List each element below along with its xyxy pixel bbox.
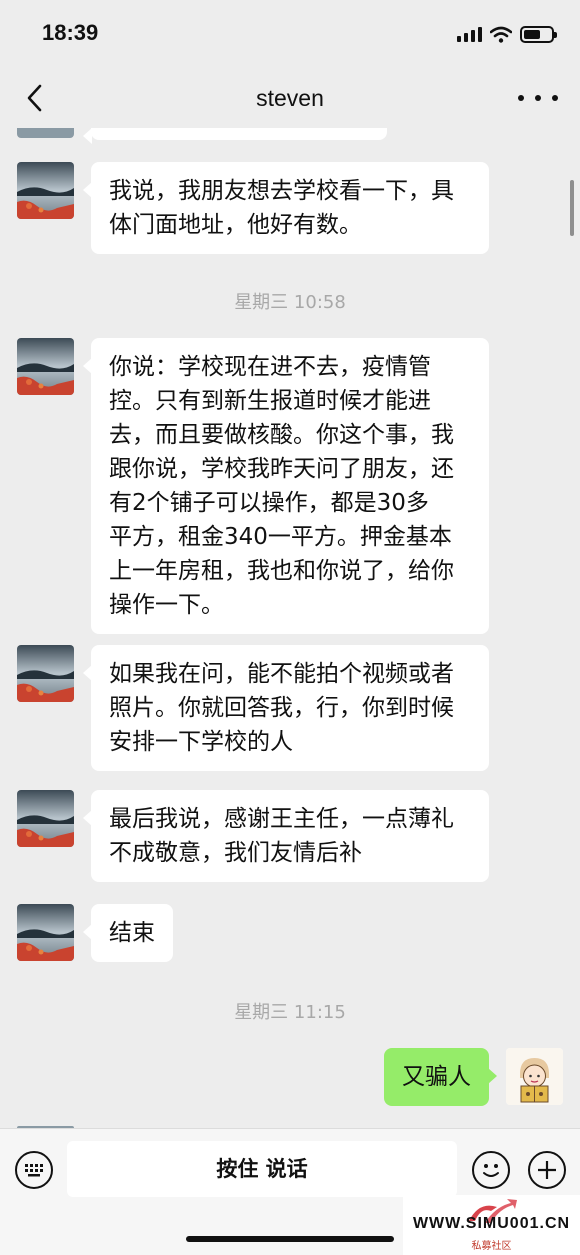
- message-bubble-partial: [83, 128, 387, 144]
- more-functions-button[interactable]: [528, 1151, 566, 1189]
- chat-header: steven: [0, 70, 580, 128]
- incoming-message[interactable]: 你说：学校现在进不去，疫情管 控。只有到新生报道时候才能进 去，而且要做核酸。你…: [83, 338, 489, 634]
- keyboard-toggle-button[interactable]: [15, 1151, 53, 1189]
- contact-avatar[interactable]: [17, 162, 74, 219]
- emoji-button[interactable]: [472, 1151, 510, 1189]
- self-avatar[interactable]: [506, 1048, 563, 1105]
- contact-avatar[interactable]: [17, 128, 74, 138]
- more-dot-icon: [535, 95, 541, 101]
- more-dot-icon: [552, 95, 558, 101]
- status-bar: 18:39: [0, 0, 580, 70]
- watermark-subtitle: 私募社区: [471, 1241, 512, 1252]
- battery-icon: [520, 25, 557, 43]
- contact-avatar[interactable]: [17, 338, 74, 395]
- home-indicator[interactable]: [186, 1236, 394, 1242]
- message-list[interactable]: 我说，我朋友想去学校看一下，具 体门面地址，他好有数。 星期三 10:58 你说…: [0, 128, 580, 1128]
- plus-icon: [538, 1161, 556, 1179]
- keyboard-icon: [25, 1164, 43, 1177]
- watermark: WWW.SIMU001.CN 私募社区: [403, 1195, 580, 1255]
- incoming-message[interactable]: 如果我在问，能不能拍个视频或者 照片。你就回答我，行，你到时候 安排一下学校的人: [83, 645, 489, 771]
- hold-to-talk-button[interactable]: 按住 说话: [67, 1141, 457, 1197]
- incoming-message[interactable]: 我说，我朋友想去学校看一下，具 体门面地址，他好有数。: [83, 162, 489, 254]
- incoming-message[interactable]: 最后我说，感谢王主任，一点薄礼 不成敬意，我们友情后补: [83, 790, 489, 882]
- watermark-url: WWW.SIMU001.CN: [412, 1215, 571, 1232]
- smiley-icon: [483, 1164, 499, 1177]
- chat-title: steven: [256, 85, 324, 111]
- contact-avatar[interactable]: [17, 645, 74, 702]
- message-timestamp: 星期三 11:15: [234, 1002, 346, 1023]
- more-dot-icon: [518, 95, 524, 101]
- contact-avatar[interactable]: [17, 790, 74, 847]
- outgoing-message[interactable]: 又骗人: [384, 1048, 497, 1106]
- message-timestamp: 星期三 10:58: [234, 292, 346, 313]
- status-time: 18:39: [42, 20, 99, 45]
- incoming-message[interactable]: 结束: [83, 904, 173, 962]
- more-options-button[interactable]: [518, 84, 558, 112]
- status-icons: [457, 24, 557, 44]
- scrollbar[interactable]: [570, 180, 574, 236]
- contact-avatar[interactable]: [17, 904, 74, 961]
- wifi-icon: [490, 26, 512, 43]
- cellular-signal-icon: [457, 26, 482, 42]
